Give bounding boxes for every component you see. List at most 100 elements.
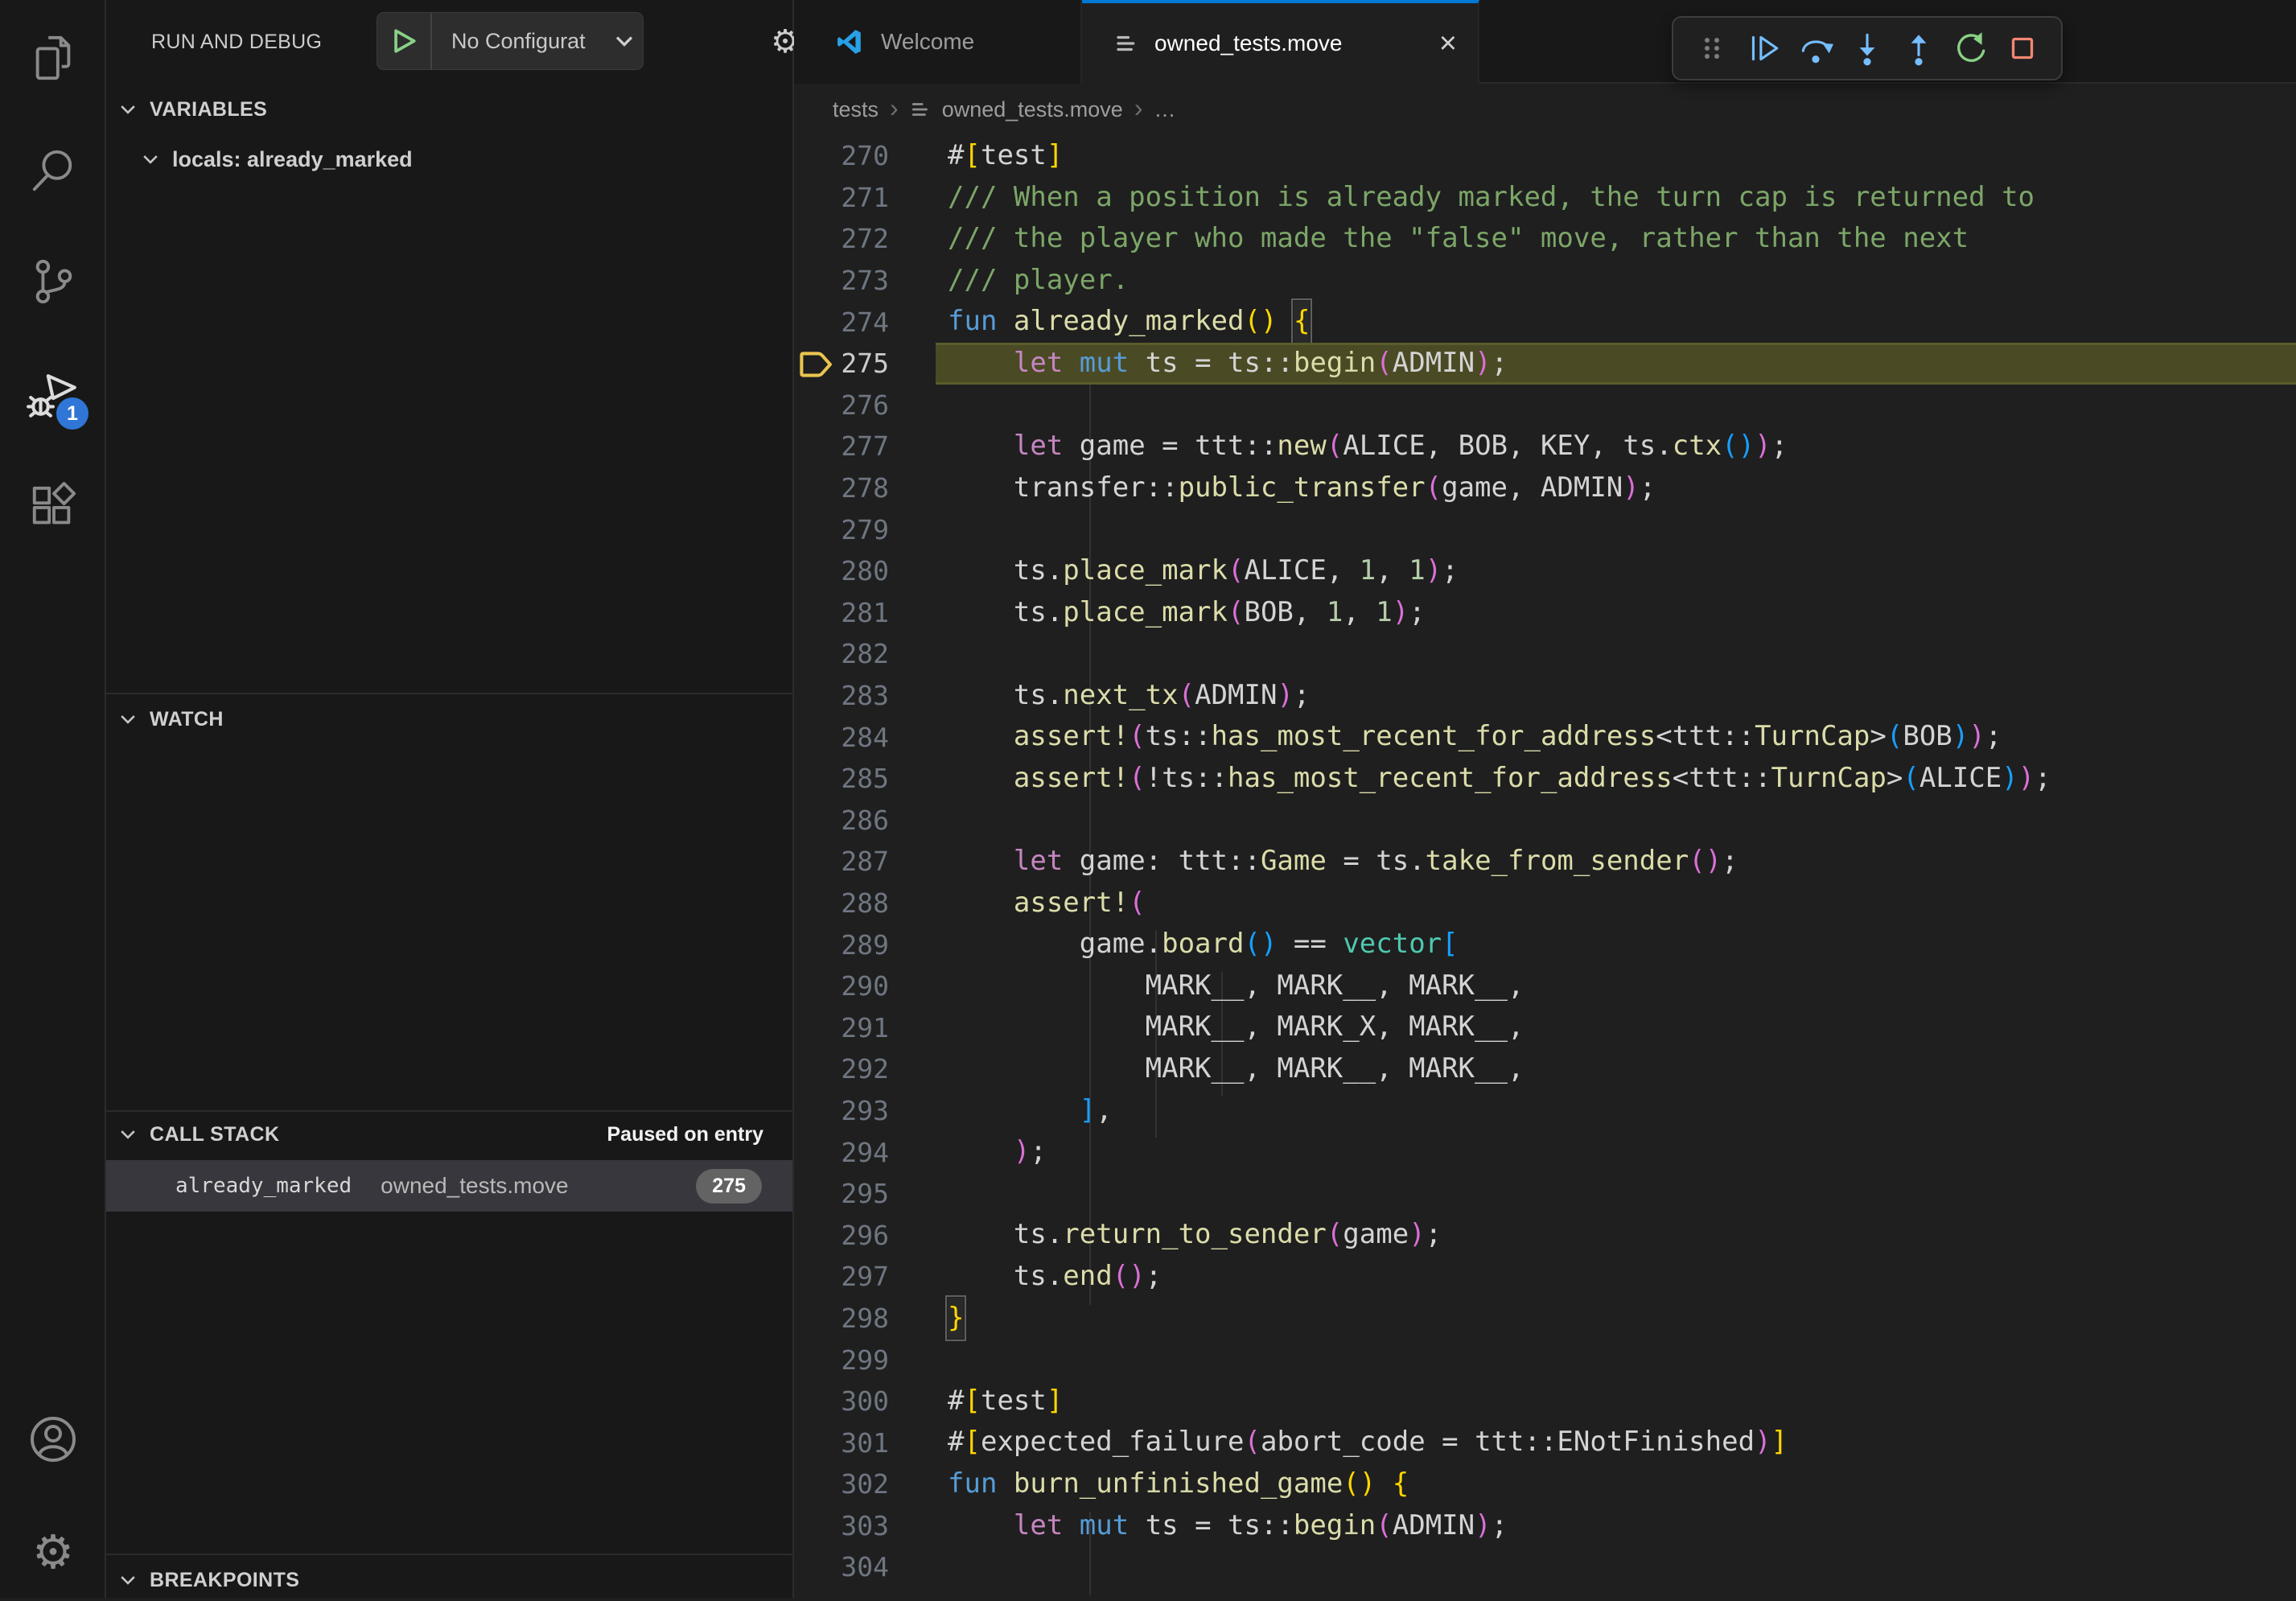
code-area[interactable]: 270#[test]271/// When a position is alre… [794, 135, 2296, 1598]
code-line[interactable]: 284 assert!(ts::has_most_recent_for_addr… [794, 716, 2296, 758]
toolbar-drag-handle[interactable] [1691, 27, 1733, 69]
code-line[interactable]: 280 ts.place_mark(ALICE, 1, 1); [794, 550, 2296, 592]
gutter[interactable]: 304 [794, 1546, 936, 1588]
variables-scope-row[interactable]: locals: already_marked [140, 138, 413, 180]
stop-button[interactable] [2002, 27, 2043, 69]
gutter[interactable]: 280 [794, 550, 936, 592]
breakpoints-section-header[interactable]: BREAKPOINTS [117, 1559, 299, 1601]
gutter[interactable]: 274 [794, 301, 936, 343]
code-line[interactable]: 281 ts.place_mark(BOB, 1, 1); [794, 592, 2296, 634]
code-line[interactable]: 302fun burn_unfinished_game() { [794, 1463, 2296, 1505]
gutter[interactable]: 295 [794, 1173, 936, 1215]
code-line[interactable]: 270#[test] [794, 135, 2296, 177]
gutter[interactable]: 298 [794, 1298, 936, 1340]
call-stack-section-header[interactable]: CALL STACK [117, 1113, 279, 1155]
variables-section-header[interactable]: VARIABLES [117, 90, 267, 129]
start-debug-icon[interactable] [377, 13, 432, 69]
gutter[interactable]: 282 [794, 633, 936, 675]
code-line[interactable]: 298} [794, 1298, 2296, 1340]
breadcrumb-item-symbol[interactable]: … [1154, 97, 1175, 122]
code-line[interactable]: 296 ts.return_to_sender(game); [794, 1214, 2296, 1256]
code-line[interactable]: 297 ts.end(); [794, 1256, 2296, 1298]
settings-gear-icon[interactable]: ⚙ [24, 1523, 82, 1581]
explorer-icon[interactable] [24, 29, 82, 87]
gutter[interactable]: 286 [794, 800, 936, 842]
code-line[interactable]: 286 [794, 800, 2296, 842]
tab-welcome[interactable]: Welcome [794, 0, 1082, 84]
gutter[interactable]: 275 [794, 343, 936, 385]
code-line[interactable]: 303 let mut ts = ts::begin(ADMIN); [794, 1505, 2296, 1547]
launch-config-dropdown[interactable]: No Configurat [376, 12, 644, 70]
code-line[interactable]: 290 MARK__, MARK__, MARK__, [794, 965, 2296, 1007]
gutter[interactable]: 297 [794, 1256, 936, 1298]
gutter[interactable]: 296 [794, 1214, 936, 1256]
code-line[interactable]: 294 ); [794, 1131, 2296, 1173]
gutter[interactable]: 289 [794, 924, 936, 965]
gutter[interactable]: 290 [794, 965, 936, 1007]
code-line[interactable]: 291 MARK__, MARK_X, MARK__, [794, 1006, 2296, 1048]
gutter[interactable]: 284 [794, 716, 936, 758]
code-line[interactable]: 271/// When a position is already marked… [794, 177, 2296, 219]
gutter[interactable]: 300 [794, 1381, 936, 1422]
code-line[interactable]: 292 MARK__, MARK__, MARK__, [794, 1048, 2296, 1090]
watch-section-header[interactable]: WATCH [117, 698, 224, 740]
gutter[interactable]: 277 [794, 426, 936, 467]
accounts-icon[interactable] [24, 1410, 82, 1468]
gutter[interactable]: 271 [794, 177, 936, 219]
gutter[interactable]: 273 [794, 260, 936, 302]
tab-owned-tests-move[interactable]: owned_tests.move × [1082, 0, 1479, 84]
search-icon[interactable] [24, 142, 82, 200]
step-into-button[interactable] [1846, 27, 1888, 69]
code-line[interactable]: 295 [794, 1173, 2296, 1215]
code-line[interactable]: 275 let mut ts = ts::begin(ADMIN); [794, 343, 2296, 385]
gutter[interactable]: 281 [794, 592, 936, 634]
gutter[interactable]: 288 [794, 883, 936, 924]
code-line[interactable]: 277 let game = ttt::new(ALICE, BOB, KEY,… [794, 426, 2296, 467]
source-control-icon[interactable] [24, 253, 82, 311]
gutter[interactable]: 285 [794, 758, 936, 800]
breadcrumb-item-tests[interactable]: tests [833, 97, 878, 122]
code-line[interactable]: 285 assert!(!ts::has_most_recent_for_add… [794, 758, 2296, 800]
code-line[interactable]: 273/// player. [794, 260, 2296, 302]
code-line[interactable]: 276 [794, 385, 2296, 426]
code-line[interactable]: 293 ], [794, 1090, 2296, 1132]
code-line[interactable]: 301#[expected_failure(abort_code = ttt::… [794, 1422, 2296, 1463]
breadcrumb-item-file[interactable]: owned_tests.move [942, 97, 1123, 122]
close-icon[interactable]: × [1439, 28, 1457, 59]
code-line[interactable]: 287 let game: ttt::Game = ts.take_from_s… [794, 841, 2296, 883]
gutter[interactable]: 301 [794, 1422, 936, 1463]
code-line[interactable]: 274fun already_marked() { [794, 301, 2296, 343]
code-line[interactable]: 282 [794, 633, 2296, 675]
extensions-icon[interactable] [24, 478, 82, 536]
gutter[interactable]: 291 [794, 1006, 936, 1048]
gutter[interactable]: 270 [794, 135, 936, 177]
gutter[interactable]: 302 [794, 1463, 936, 1505]
line-number: 276 [841, 389, 889, 421]
gutter[interactable]: 292 [794, 1048, 936, 1090]
gutter[interactable]: 299 [794, 1339, 936, 1381]
code-line[interactable]: 278 transfer::public_transfer(game, ADMI… [794, 467, 2296, 509]
code-line[interactable]: 288 assert!( [794, 883, 2296, 924]
call-stack-frame-row[interactable]: already_marked owned_tests.move 275 [106, 1160, 792, 1212]
step-out-button[interactable] [1898, 27, 1940, 69]
gutter[interactable]: 279 [794, 508, 936, 550]
code-line[interactable]: 272/// the player who made the "false" m… [794, 218, 2296, 260]
gutter[interactable]: 287 [794, 841, 936, 883]
continue-button[interactable] [1743, 27, 1784, 69]
code-line[interactable]: 304 [794, 1546, 2296, 1588]
gutter[interactable]: 294 [794, 1131, 936, 1173]
code-line[interactable]: 299 [794, 1339, 2296, 1381]
code-line[interactable]: 283 ts.next_tx(ADMIN); [794, 675, 2296, 717]
code-line[interactable]: 279 [794, 508, 2296, 550]
gutter[interactable]: 293 [794, 1090, 936, 1132]
gutter[interactable]: 276 [794, 385, 936, 426]
code-line[interactable]: 289 game.board() == vector[ [794, 924, 2296, 965]
gutter[interactable]: 272 [794, 218, 936, 260]
run-and-debug-icon[interactable]: 1 [24, 367, 82, 425]
gutter[interactable]: 278 [794, 467, 936, 509]
gutter[interactable]: 283 [794, 675, 936, 717]
step-over-button[interactable] [1795, 27, 1837, 69]
code-line[interactable]: 300#[test] [794, 1381, 2296, 1422]
gutter[interactable]: 303 [794, 1505, 936, 1547]
restart-button[interactable] [1950, 27, 1992, 69]
